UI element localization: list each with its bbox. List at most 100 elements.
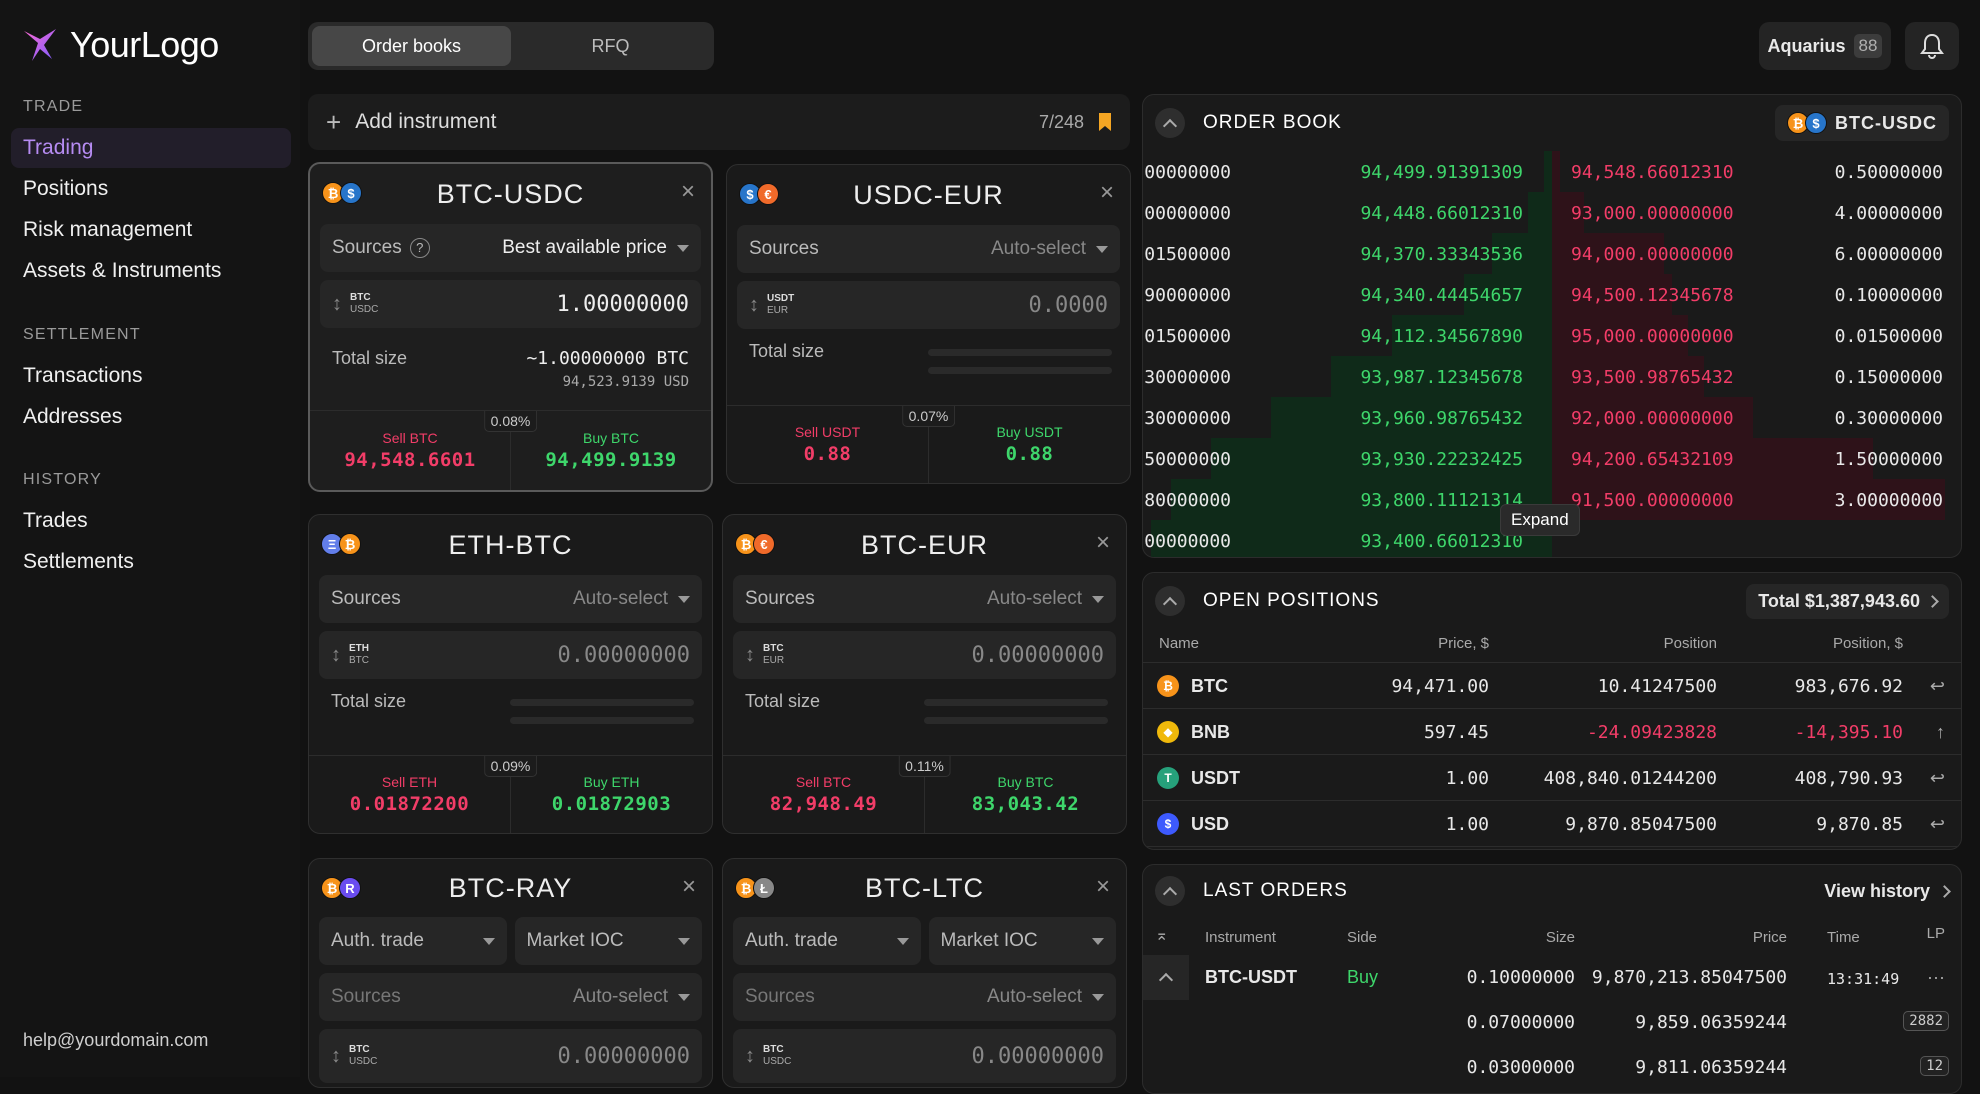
dollar-icon: $ <box>1157 813 1179 835</box>
instrument-card-btc-usdc[interactable]: ₿ $ BTC-USDC × Sources? Best available pr… <box>308 162 713 492</box>
chevron-right-icon <box>1926 594 1939 608</box>
auth-trade-dropdown[interactable]: Auth. trade <box>319 917 507 965</box>
auth-trade-dropdown[interactable]: Auth. trade <box>733 917 921 965</box>
sell-button[interactable]: Sell BTC 82,948.49 <box>723 756 924 833</box>
instrument-card-btc-ray[interactable]: ₿ R BTC-RAY × Auth. trade Market IOC Sour… <box>308 858 713 1088</box>
sources-dropdown[interactable]: Sources Auto-select <box>319 973 702 1021</box>
order-book-pair-selector[interactable]: ₿ $ BTC-USDC <box>1775 105 1949 141</box>
collapse-all-icon[interactable]: ⌅ <box>1155 925 1168 945</box>
add-instrument-bar[interactable]: + Add instrument 7/248 <box>308 94 1130 150</box>
buy-button[interactable]: Buy BTC 83,043.42 <box>924 756 1126 833</box>
sidebar-item-addresses[interactable]: Addresses <box>11 397 291 437</box>
auth-trade-label: Auth. trade <box>331 930 424 951</box>
table-row[interactable]: ₿ BTC 94,471.00 10.41247500 983,676.92 ↩ <box>1143 663 1961 709</box>
reply-icon[interactable]: ↩ <box>1930 676 1945 697</box>
sources-value: Best available price <box>502 237 667 258</box>
sell-button[interactable]: Sell ETH 0.01872200 <box>309 756 510 833</box>
swap-vertical-icon[interactable]: ↕ <box>745 1045 755 1068</box>
view-history-link[interactable]: View history <box>1824 881 1951 902</box>
order-type-dropdown[interactable]: Market IOC <box>514 917 702 965</box>
reply-icon[interactable]: ↩ <box>1930 814 1945 835</box>
sidebar-item-risk-management[interactable]: Risk management <box>11 210 291 250</box>
close-icon[interactable]: × <box>1096 873 1110 901</box>
tab-order-books[interactable]: Order books <box>312 26 511 66</box>
order-book-row[interactable]: 0.01500000 94,112.34567890 95,000.00000000… <box>1143 315 1953 356</box>
buy-button[interactable]: Buy BTC 94,499.9139 <box>510 411 711 490</box>
buy-button[interactable]: Buy ETH 0.01872903 <box>510 756 712 833</box>
table-row[interactable]: 0.07000000 9,859.06359244 2882 <box>1143 1000 1961 1045</box>
ask-price: 93,500.98765432 <box>1571 367 1734 388</box>
amount-input[interactable]: ↕ BTC USDC 0.00000000 <box>733 1029 1116 1083</box>
collapse-button[interactable] <box>1155 586 1185 616</box>
order-type-dropdown[interactable]: Market IOC <box>928 917 1116 965</box>
sell-button[interactable]: Sell USDT 0.88 <box>727 406 928 483</box>
tab-rfq[interactable]: RFQ <box>511 26 710 66</box>
order-book-row[interactable]: 0.01500000 94,370.33343536 94,000.00000000… <box>1143 233 1953 274</box>
arrow-up-icon[interactable]: ↑ <box>1936 722 1945 743</box>
table-row[interactable]: 0.03000000 9,811.06359244 12 <box>1143 1045 1961 1090</box>
order-book-row[interactable]: 12.00000000 94,499.91391309 94,548.6601231… <box>1143 151 1953 192</box>
collapse-button[interactable] <box>1155 876 1185 906</box>
order-type-label: Market IOC <box>526 930 624 951</box>
spread-badge: 0.11% <box>898 756 951 777</box>
collapse-button[interactable] <box>1155 108 1185 138</box>
help-email-link[interactable]: help@yourdomain.com <box>23 1030 208 1051</box>
more-options-icon[interactable]: ··· <box>1927 967 1945 988</box>
amount-input[interactable]: ↕ BTC USDC 0.00000000 <box>319 1029 702 1083</box>
instrument-card-btc-ltc[interactable]: ₿ Ł BTC-LTC × Auth. trade Market IOC Sour… <box>722 858 1127 1088</box>
order-book-row[interactable]: 0.30000000 93,987.12345678 93,500.98765432… <box>1143 356 1953 397</box>
expand-row-button[interactable] <box>1143 955 1189 1000</box>
position-price: 1.00 <box>1445 768 1489 789</box>
amount-input[interactable]: ↕ ETH BTC 0.00000000 <box>319 631 702 679</box>
instrument-card-btc-eur[interactable]: ₿ € BTC-EUR × Sources Auto-select ↕ BTC EU… <box>722 514 1127 834</box>
table-row[interactable]: T USDT 1.00 408,840.01244200 408,790.93 ↩ <box>1143 755 1961 801</box>
close-icon[interactable]: × <box>1100 179 1114 207</box>
reply-icon[interactable]: ↩ <box>1930 768 1945 789</box>
table-row[interactable]: $ USD 1.00 9,870.85047500 9,870.85 ↩ <box>1143 801 1961 847</box>
swap-vertical-icon[interactable]: ↕ <box>331 644 341 667</box>
order-book-row[interactable]: 18.00000000 94,448.66012310 93,000.0000000… <box>1143 192 1953 233</box>
sources-dropdown[interactable]: Sources Auto-select <box>733 575 1116 623</box>
user-menu[interactable]: Aquarius 88 <box>1759 22 1891 70</box>
order-book-row[interactable]: 0.90000000 94,340.44454657 94,500.12345678… <box>1143 274 1953 315</box>
swap-vertical-icon[interactable]: ↕ <box>331 1045 341 1068</box>
sidebar-item-trading[interactable]: Trading <box>11 128 291 168</box>
total-positions-button[interactable]: Total $1,387,943.60 <box>1746 583 1949 619</box>
amount-input[interactable]: ↕ USDT EUR 0.0000 <box>737 281 1120 329</box>
sources-dropdown[interactable]: Sources Auto-select <box>319 575 702 623</box>
amount-input[interactable]: ↕ BTC EUR 0.00000000 <box>733 631 1116 679</box>
swap-vertical-icon[interactable]: ↕ <box>749 294 759 317</box>
sidebar-item-trades[interactable]: Trades <box>11 501 291 541</box>
sidebar-item-settlements[interactable]: Settlements <box>11 542 291 582</box>
sources-dropdown[interactable]: Sources Auto-select <box>737 225 1120 273</box>
chevron-down-icon <box>482 937 495 945</box>
close-icon[interactable]: × <box>682 873 696 901</box>
notifications-button[interactable] <box>1905 22 1959 70</box>
instrument-card-usdc-eur[interactable]: $ € USDC-EUR × Sources Auto-select ↕ USDT… <box>726 164 1131 484</box>
close-icon[interactable]: × <box>681 178 695 206</box>
order-book-row[interactable]: 1.50000000 93,930.22232425 94,200.65432109… <box>1143 438 1953 479</box>
help-icon[interactable]: ? <box>409 237 430 258</box>
sell-button[interactable]: Sell BTC 94,548.6601 <box>310 411 510 490</box>
bid-depth-bar <box>1543 151 1552 192</box>
sidebar-item-positions[interactable]: Positions <box>11 169 291 209</box>
instrument-card-eth-btc[interactable]: Ξ ₿ ETH-BTC Sources Auto-select ↕ ETH BTC … <box>308 514 713 834</box>
buy-button[interactable]: Buy USDT 0.88 <box>928 406 1130 483</box>
sources-dropdown[interactable]: Sources Auto-select <box>733 973 1116 1021</box>
swap-vertical-icon[interactable]: ↕ <box>332 293 342 316</box>
swap-vertical-icon[interactable]: ↕ <box>745 644 755 667</box>
sidebar-item-assets-instruments[interactable]: Assets & Instruments <box>11 251 291 291</box>
col-side: Side <box>1347 929 1378 946</box>
bookmark-icon[interactable] <box>1098 112 1112 132</box>
sources-dropdown[interactable]: Sources? Best available price <box>320 224 701 272</box>
total-size: Total size <box>309 687 712 755</box>
bid-depth-bar <box>1527 192 1552 233</box>
table-row[interactable]: BTC-USDT Buy 0.10000000 9,870,213.85047500 1… <box>1143 955 1961 1000</box>
amount-input[interactable]: ↕ BTC USDC 1.00000000 <box>320 280 701 328</box>
sidebar-item-transactions[interactable]: Transactions <box>11 356 291 396</box>
logo[interactable]: YourLogo <box>22 24 219 66</box>
close-icon[interactable]: × <box>1096 529 1110 557</box>
order-book-row[interactable]: 0.30000000 93,960.98765432 92,000.00000000… <box>1143 397 1953 438</box>
ask-price: 92,000.00000000 <box>1571 408 1734 429</box>
table-row[interactable]: ◆ BNB 597.45 -24.09423828 -14,395.10 ↑ <box>1143 709 1961 755</box>
